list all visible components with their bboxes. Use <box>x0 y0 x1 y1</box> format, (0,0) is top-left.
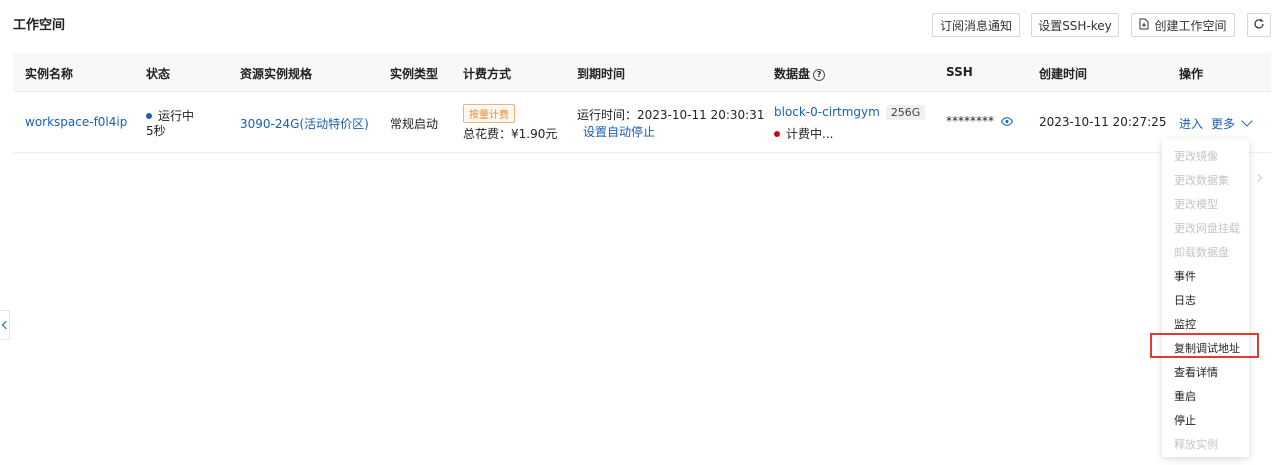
file-add-icon <box>1139 18 1149 33</box>
ssh-password: ******** <box>946 114 994 128</box>
menu-item-unmount-disk[interactable]: 卸载数据盘 <box>1174 244 1229 260</box>
chevron-left-icon <box>1 320 10 330</box>
menu-item-stop[interactable]: 停止 <box>1174 412 1196 428</box>
instance-type: 常规启动 <box>390 117 439 131</box>
col-instance-type: 实例类型 <box>390 67 439 81</box>
status-text: 运行中 <box>158 109 195 123</box>
expire-time: 运行时间：2023-10-11 20:30:31 <box>577 108 765 122</box>
create-workspace-label: 创建工作空间 <box>1154 18 1227 33</box>
highlight-annotation <box>1150 333 1259 358</box>
col-disk: 数据盘? <box>774 65 826 82</box>
disk-size-badge: 256G <box>885 105 926 120</box>
total-cost: 总花费：¥1.90元 <box>463 127 558 141</box>
more-label: 更多 <box>1211 117 1236 131</box>
disk-status-text: 计费中... <box>786 127 834 141</box>
col-expire: 到期时间 <box>577 67 626 81</box>
col-ssh: SSH <box>946 65 973 79</box>
menu-item-change-model[interactable]: 更改模型 <box>1174 196 1218 212</box>
col-instance-name: 实例名称 <box>25 67 74 81</box>
col-created: 创建时间 <box>1039 67 1088 81</box>
status-duration: 5秒 <box>146 124 166 138</box>
menu-item-monitor[interactable]: 监控 <box>1174 316 1196 332</box>
eye-icon[interactable] <box>1000 115 1013 129</box>
disk-info: block-0-cirtmgym 256G <box>774 105 926 120</box>
chevron-down-icon <box>1241 115 1253 127</box>
menu-item-view-details[interactable]: 查看详情 <box>1174 364 1218 380</box>
menu-item-change-image[interactable]: 更改镜像 <box>1174 148 1218 164</box>
created-time: 2023-10-11 20:27:25 <box>1039 115 1167 129</box>
disk-name-link[interactable]: block-0-cirtmgym <box>774 105 880 119</box>
table-header: 实例名称 状态 资源实例规格 实例类型 计费方式 到期时间 数据盘? SSH 创… <box>13 53 1271 92</box>
menu-item-change-netdisk[interactable]: 更改网盘挂载 <box>1174 220 1240 236</box>
menu-item-restart[interactable]: 重启 <box>1174 388 1196 404</box>
disk-status: 计费中... <box>774 125 833 142</box>
refresh-icon <box>1253 18 1265 33</box>
ssh-cell: ******** <box>946 114 1013 129</box>
col-disk-label: 数据盘 <box>774 67 811 81</box>
billing-tag: 按量计费 <box>463 104 515 123</box>
more-button[interactable]: 更多 <box>1211 115 1253 132</box>
billing-dot <box>774 131 780 137</box>
refresh-button[interactable] <box>1247 13 1271 37</box>
col-status: 状态 <box>146 67 171 81</box>
menu-item-change-dataset[interactable]: 更改数据集 <box>1174 172 1229 188</box>
auto-stop-link[interactable]: 设置自动停止 <box>583 123 655 140</box>
instance-name-link[interactable]: workspace-f0l4ip <box>25 115 127 129</box>
chevron-right-icon <box>1253 173 1263 183</box>
create-workspace-button[interactable]: 创建工作空间 <box>1131 13 1235 37</box>
col-spec: 资源实例规格 <box>240 67 313 81</box>
more-dropdown-menu: 更改镜像 更改数据集 更改模型 更改网盘挂载 卸载数据盘 事件 日志 监控 复制… <box>1162 139 1249 457</box>
set-ssh-key-label: 设置SSH-key <box>1038 18 1112 33</box>
help-icon[interactable]: ? <box>813 69 826 81</box>
subscribe-notification-button[interactable]: 订阅消息通知 <box>932 13 1020 37</box>
subscribe-notification-label: 订阅消息通知 <box>939 18 1012 33</box>
status-dot <box>146 113 152 119</box>
menu-item-release-instance[interactable]: 释放实例 <box>1174 436 1218 452</box>
table-row: workspace-f0l4ip 运行中 5秒 3090-24G(活动特价区) … <box>13 92 1271 153</box>
enter-button[interactable]: 进入 <box>1179 115 1203 132</box>
col-billing: 计费方式 <box>463 67 512 81</box>
billing-tag-wrap: 按量计费 <box>463 104 515 123</box>
menu-item-logs[interactable]: 日志 <box>1174 292 1196 308</box>
sidebar-collapse-toggle[interactable] <box>0 310 10 340</box>
set-ssh-key-button[interactable]: 设置SSH-key <box>1031 13 1119 37</box>
page-title: 工作空间 <box>13 18 66 33</box>
menu-item-events[interactable]: 事件 <box>1174 268 1196 284</box>
spec-link[interactable]: 3090-24G(活动特价区) <box>240 115 369 132</box>
col-actions: 操作 <box>1179 67 1204 81</box>
